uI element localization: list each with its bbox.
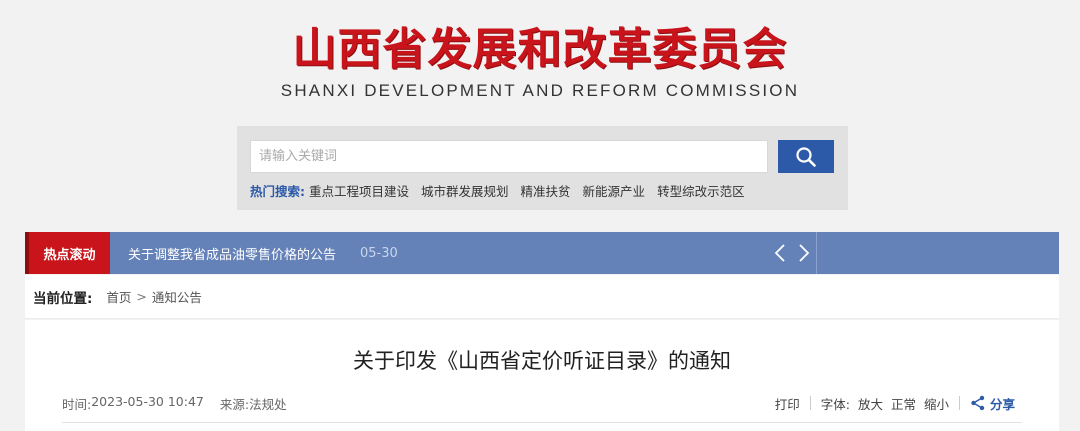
breadcrumb-home-link[interactable]: 首页 — [106, 287, 131, 306]
hot-search-link[interactable]: 重点工程项目建设 — [309, 181, 409, 200]
print-button[interactable]: 打印 — [775, 394, 800, 413]
breadcrumb: 当前位置: 首页 > 通知公告 — [25, 275, 1059, 319]
hot-search-link[interactable]: 新能源产业 — [583, 181, 646, 200]
article-meta: 时间: 2023-05-30 10:47 来源: 法规处 — [62, 394, 287, 413]
hot-news-ticker: 热点滚动 关于调整我省成品油零售价格的公告 05-30 — [25, 232, 1059, 274]
meta-divider — [62, 422, 1022, 423]
article-tools: 打印 字体: 放大 正常 缩小 分享 — [775, 392, 1015, 414]
search-input[interactable] — [250, 140, 768, 173]
article-panel: 关于印发《山西省定价听证目录》的通知 时间: 2023-05-30 10:47 … — [25, 320, 1059, 431]
share-button[interactable]: 分享 — [970, 394, 1015, 413]
font-size-label: 字体: — [820, 396, 850, 412]
tool-divider — [958, 396, 960, 410]
ticker-controls — [767, 232, 817, 274]
font-normal-button[interactable]: 正常 — [891, 394, 916, 413]
breadcrumb-separator: > — [136, 289, 147, 304]
font-small-button[interactable]: 缩小 — [924, 394, 949, 413]
logo-english-name: SHANXI DEVELOPMENT AND REFORM COMMISSION — [280, 81, 800, 100]
share-label: 分享 — [989, 396, 1015, 412]
share-icon — [971, 395, 985, 411]
ticker-news-link[interactable]: 关于调整我省成品油零售价格的公告 — [128, 244, 336, 263]
article-title: 关于印发《山西省定价听证目录》的通知 — [353, 349, 731, 373]
hot-search-row: 热门搜索: 重点工程项目建设 城市群发展规划 精准扶贫 新能源产业 转型综改示范… — [250, 180, 757, 200]
time-label: 时间: — [62, 397, 92, 412]
ticker-next-button[interactable] — [796, 242, 812, 264]
breadcrumb-current-link[interactable]: 通知公告 — [152, 287, 202, 306]
source-label: 来源: — [219, 397, 250, 412]
hot-search-link[interactable]: 转型综改示范区 — [657, 181, 745, 200]
hot-search-link[interactable]: 城市群发展规划 — [421, 181, 509, 200]
search-icon — [796, 146, 816, 167]
chevron-left-icon — [774, 244, 785, 262]
tool-divider — [809, 396, 811, 410]
ticker-prev-button[interactable] — [772, 242, 788, 264]
logo-chinese-name: 山西省发展和改革委员会 — [292, 24, 788, 75]
font-large-button[interactable]: 放大 — [858, 394, 883, 413]
site-logo[interactable]: 山西省发展和改革委员会 SHANXI DEVELOPMENT AND REFOR… — [0, 22, 1080, 102]
source-value: 法规处 — [249, 397, 287, 412]
search-panel: 热门搜索: 重点工程项目建设 城市群发展规划 精准扶贫 新能源产业 转型综改示范… — [237, 126, 848, 210]
breadcrumb-label: 当前位置: — [33, 290, 93, 307]
search-button[interactable] — [778, 140, 834, 173]
hot-search-label: 热门搜索: — [250, 183, 305, 199]
ticker-label: 热点滚动 — [25, 232, 110, 274]
time-value: 2023-05-30 10:47 — [91, 394, 204, 409]
hot-search-link[interactable]: 精准扶贫 — [521, 181, 571, 200]
ticker-news-date: 05-30 — [360, 245, 398, 261]
chevron-right-icon — [798, 244, 809, 262]
